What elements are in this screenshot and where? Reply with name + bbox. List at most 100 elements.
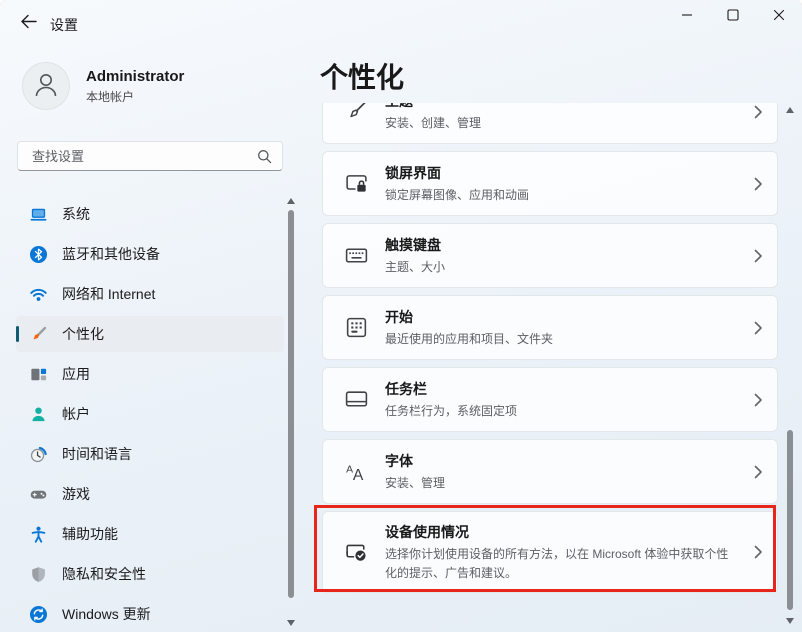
- profile-name: Administrator: [86, 68, 184, 85]
- taskbar-icon: [343, 387, 369, 413]
- start-menu-icon: [343, 315, 369, 341]
- main-content: 个性化 主题 安装、创建、管理 锁屏界面: [300, 48, 802, 632]
- sidebar-item-gaming[interactable]: 游戏: [16, 476, 284, 512]
- sidebar-item-system[interactable]: 系统: [16, 196, 284, 232]
- card-title: 锁屏界面: [385, 163, 529, 183]
- sidebar-item-label: 个性化: [62, 324, 104, 344]
- sidebar-item-label: 辅助功能: [62, 524, 118, 544]
- minimize-button[interactable]: [664, 0, 710, 34]
- sidebar-item-label: Windows 更新: [62, 604, 151, 624]
- card-start[interactable]: 开始 最近使用的应用和项目、文件夹: [322, 295, 778, 360]
- accounts-person-icon: [29, 405, 48, 424]
- search-icon[interactable]: [257, 149, 272, 164]
- card-title: 开始: [385, 307, 553, 327]
- scroll-down-arrow[interactable]: [786, 618, 794, 624]
- profile[interactable]: Administrator 本地帐户: [22, 62, 184, 110]
- sidebar-item-personalization[interactable]: 个性化: [16, 316, 284, 352]
- sidebar-item-accessibility[interactable]: 辅助功能: [16, 516, 284, 552]
- app-title: 设置: [50, 15, 78, 35]
- card-title: 触摸键盘: [385, 235, 445, 255]
- time-language-clock-icon: [29, 445, 48, 464]
- chevron-right-icon: [754, 321, 763, 335]
- page-title: 个性化: [320, 56, 404, 96]
- network-wifi-icon: [29, 285, 48, 304]
- card-taskbar[interactable]: 任务栏 任务栏行为，系统固定项: [322, 367, 778, 432]
- main-scrollbar[interactable]: [784, 105, 796, 626]
- touch-keyboard-icon: [343, 243, 369, 269]
- card-desc: 选择你计划使用设备的所有方法，以在 Microsoft 体验中获取个性化的提示、…: [385, 545, 737, 582]
- profile-account-type: 本地帐户: [86, 88, 184, 105]
- sidebar-item-label: 隐私和安全性: [62, 564, 146, 584]
- card-title: 主题: [385, 103, 481, 111]
- settings-cards: 主题 安装、创建、管理 锁屏界面 锁定屏幕图像、应用和动画: [322, 103, 778, 632]
- chevron-right-icon: [754, 545, 763, 559]
- theme-brush-icon: [343, 103, 369, 125]
- card-desc: 安装、管理: [385, 474, 445, 493]
- close-button[interactable]: [756, 0, 802, 34]
- scrollbar-thumb[interactable]: [787, 430, 793, 610]
- maximize-button[interactable]: [710, 0, 756, 34]
- system-icon: [29, 205, 48, 224]
- sidebar-item-privacy-security[interactable]: 隐私和安全性: [16, 556, 284, 592]
- window-controls: [664, 0, 802, 34]
- sidebar-item-label: 网络和 Internet: [62, 284, 155, 304]
- sidebar-item-windows-update[interactable]: Windows 更新: [16, 596, 284, 632]
- chevron-right-icon: [754, 105, 763, 119]
- avatar: [22, 62, 70, 110]
- sidebar: Administrator 本地帐户 系统 蓝牙和其他设备: [0, 48, 300, 632]
- chevron-right-icon: [754, 393, 763, 407]
- chevron-right-icon: [754, 465, 763, 479]
- sidebar-item-label: 蓝牙和其他设备: [62, 244, 160, 264]
- back-button[interactable]: [13, 10, 43, 38]
- privacy-shield-icon: [29, 565, 48, 584]
- sidebar-item-network-internet[interactable]: 网络和 Internet: [16, 276, 284, 312]
- svg-text:A: A: [352, 467, 363, 484]
- gaming-gamepad-icon: [29, 485, 48, 504]
- fonts-icon: AA: [343, 459, 369, 485]
- card-desc: 最近使用的应用和项目、文件夹: [385, 330, 553, 349]
- sidebar-item-label: 应用: [62, 364, 90, 384]
- sidebar-nav: 系统 蓝牙和其他设备 网络和 Internet 个性化: [16, 196, 284, 632]
- card-desc: 主题、大小: [385, 258, 445, 277]
- scroll-up-arrow[interactable]: [287, 198, 295, 204]
- sidebar-scrollbar[interactable]: [285, 196, 297, 628]
- scroll-up-arrow[interactable]: [786, 107, 794, 113]
- windows-update-icon: [29, 605, 48, 624]
- titlebar: 设置: [0, 0, 802, 48]
- card-desc: 锁定屏幕图像、应用和动画: [385, 186, 529, 205]
- personalization-brush-icon: [29, 325, 48, 344]
- chevron-right-icon: [754, 249, 763, 263]
- minimize-icon: [681, 8, 693, 26]
- sidebar-item-time-language[interactable]: 时间和语言: [16, 436, 284, 472]
- sidebar-item-label: 帐户: [62, 404, 90, 424]
- card-touch-keyboard[interactable]: 触摸键盘 主题、大小: [322, 223, 778, 288]
- scrollbar-thumb[interactable]: [288, 210, 294, 598]
- card-desc: 任务栏行为，系统固定项: [385, 402, 517, 421]
- sidebar-item-bluetooth-devices[interactable]: 蓝牙和其他设备: [16, 236, 284, 272]
- sidebar-item-label: 游戏: [62, 484, 90, 504]
- card-title: 任务栏: [385, 379, 517, 399]
- card-desc: 安装、创建、管理: [385, 114, 481, 133]
- card-device-usage[interactable]: 设备使用情况 选择你计划使用设备的所有方法，以在 Microsoft 体验中获取…: [322, 511, 778, 593]
- card-title: 设备使用情况: [385, 522, 737, 542]
- sidebar-item-label: 时间和语言: [62, 444, 132, 464]
- search-input[interactable]: [30, 148, 257, 165]
- chevron-right-icon: [754, 177, 763, 191]
- back-arrow-icon: [20, 14, 37, 34]
- sidebar-item-label: 系统: [62, 204, 90, 224]
- person-icon: [31, 69, 61, 104]
- maximize-icon: [727, 8, 739, 26]
- settings-window: 设置 Administrator 本地帐户: [0, 0, 802, 632]
- sidebar-item-accounts[interactable]: 帐户: [16, 396, 284, 432]
- card-fonts[interactable]: AA 字体 安装、管理: [322, 439, 778, 504]
- close-icon: [773, 8, 785, 26]
- card-lock-screen[interactable]: 锁屏界面 锁定屏幕图像、应用和动画: [322, 151, 778, 216]
- bluetooth-icon: [29, 245, 48, 264]
- card-theme[interactable]: 主题 安装、创建、管理: [322, 103, 778, 144]
- card-title: 字体: [385, 451, 445, 471]
- accessibility-person-icon: [29, 525, 48, 544]
- sidebar-item-apps[interactable]: 应用: [16, 356, 284, 392]
- scroll-down-arrow[interactable]: [287, 620, 295, 626]
- apps-icon: [29, 365, 48, 384]
- search-box: [17, 141, 283, 171]
